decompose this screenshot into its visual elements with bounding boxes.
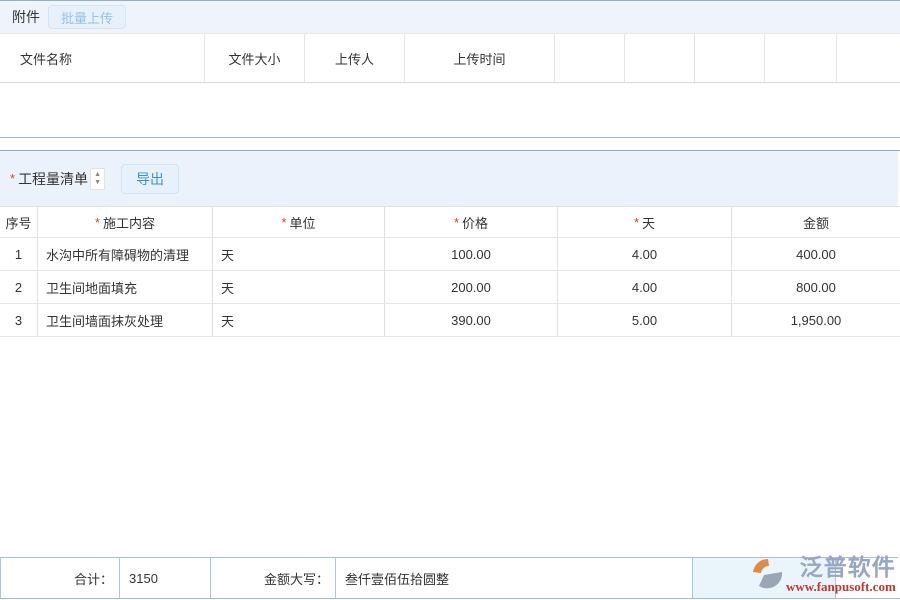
- cell-content[interactable]: 水沟中所有障碍物的清理: [38, 238, 213, 270]
- cell-amount: 800.00: [732, 271, 900, 303]
- attachments-col-empty-3: [695, 34, 765, 82]
- fanpu-logo-icon: [750, 557, 784, 591]
- vendor-brand-name: 泛普软件: [800, 555, 896, 580]
- table-row[interactable]: 3 卫生间墙面抹灰处理 天 390.00 5.00 1,950.00: [0, 304, 900, 337]
- attachments-col-empty-5: [837, 34, 900, 82]
- boq-col-days: * 天: [558, 207, 732, 237]
- sort-down-icon[interactable]: ▼: [94, 179, 101, 187]
- attachments-col-file-size: 文件大小: [205, 34, 305, 82]
- boq-col-price-label: 价格: [462, 213, 488, 232]
- vendor-url: www.fanpusoft.com: [786, 580, 896, 593]
- table-row[interactable]: 1 水沟中所有障碍物的清理 天 100.00 4.00 400.00: [0, 238, 900, 271]
- cell-seq: 2: [0, 271, 38, 303]
- attachments-toolbar: 附件 批量上传: [0, 1, 900, 33]
- required-marker: *: [10, 171, 15, 186]
- cell-seq: 1: [0, 238, 38, 270]
- boq-title-wrap: * 工程量清单 ▲ ▼: [10, 168, 105, 190]
- attachments-col-empty-1: [555, 34, 625, 82]
- total-value-field[interactable]: 3150: [119, 558, 210, 598]
- boq-section-header: * 工程量清单 ▲ ▼ 导出: [0, 151, 898, 206]
- page: 附件 批量上传 文件名称 文件大小 上传人 上传时间 * 工程量清单 ▲ ▼: [0, 0, 900, 600]
- attachments-col-upload-time: 上传时间: [405, 34, 555, 82]
- cell-days[interactable]: 4.00: [558, 271, 732, 303]
- boq-col-amount-label: 金额: [803, 213, 829, 232]
- total-label: 合计：: [0, 558, 119, 598]
- batch-upload-button[interactable]: 批量上传: [48, 5, 126, 29]
- amount-words-field[interactable]: 叁仟壹佰伍拾圆整: [335, 558, 692, 598]
- cell-price[interactable]: 390.00: [385, 304, 558, 336]
- cell-unit[interactable]: 天: [213, 304, 385, 336]
- boq-panel: * 工程量清单 ▲ ▼ 导出 序号 * 施工内容 *: [0, 150, 900, 599]
- attachments-col-uploader: 上传人: [305, 34, 405, 82]
- boq-col-amount: 金额: [732, 207, 900, 237]
- required-marker: *: [634, 215, 639, 230]
- cell-amount: 1,950.00: [732, 304, 900, 336]
- boq-header-row: 序号 * 施工内容 * 单位 * 价格 * 天: [0, 206, 900, 238]
- attachments-col-empty-4: [765, 34, 837, 82]
- boq-col-unit-label: 单位: [290, 213, 316, 232]
- boq-section-title: 工程量清单: [18, 169, 88, 189]
- attachments-col-file-name: 文件名称: [0, 34, 205, 82]
- cell-content[interactable]: 卫生间墙面抹灰处理: [38, 304, 213, 336]
- cell-days[interactable]: 5.00: [558, 304, 732, 336]
- export-button[interactable]: 导出: [121, 164, 179, 194]
- vendor-watermark: 泛普软件 www.fanpusoft.com: [750, 549, 898, 599]
- cell-unit[interactable]: 天: [213, 238, 385, 270]
- boq-col-content: * 施工内容: [38, 207, 213, 237]
- cell-days[interactable]: 4.00: [558, 238, 732, 270]
- vendor-watermark-texts: 泛普软件 www.fanpusoft.com: [786, 555, 896, 593]
- boq-col-unit: * 单位: [213, 207, 385, 237]
- required-marker: *: [454, 215, 459, 230]
- sort-up-icon[interactable]: ▲: [94, 171, 101, 179]
- attachments-panel: 附件 批量上传 文件名称 文件大小 上传人 上传时间: [0, 0, 900, 138]
- attachments-title: 附件: [12, 7, 40, 27]
- table-row[interactable]: 2 卫生间地面填充 天 200.00 4.00 800.00: [0, 271, 900, 304]
- boq-col-price: * 价格: [385, 207, 558, 237]
- cell-amount: 400.00: [732, 238, 900, 270]
- amount-words-label: 金额大写：: [210, 558, 335, 598]
- cell-price[interactable]: 200.00: [385, 271, 558, 303]
- required-marker: *: [95, 215, 100, 230]
- cell-seq: 3: [0, 304, 38, 336]
- boq-col-seq-label: 序号: [5, 213, 31, 232]
- sort-spinner[interactable]: ▲ ▼: [90, 168, 105, 190]
- attachments-table-header: 文件名称 文件大小 上传人 上传时间: [0, 33, 900, 83]
- required-marker: *: [281, 215, 286, 230]
- boq-col-days-label: 天: [642, 213, 655, 232]
- cell-content[interactable]: 卫生间地面填充: [38, 271, 213, 303]
- boq-table: 序号 * 施工内容 * 单位 * 价格 * 天: [0, 206, 900, 337]
- cell-price[interactable]: 100.00: [385, 238, 558, 270]
- attachments-col-empty-2: [625, 34, 695, 82]
- boq-col-content-label: 施工内容: [103, 213, 155, 232]
- boq-col-seq: 序号: [0, 207, 38, 237]
- cell-unit[interactable]: 天: [213, 271, 385, 303]
